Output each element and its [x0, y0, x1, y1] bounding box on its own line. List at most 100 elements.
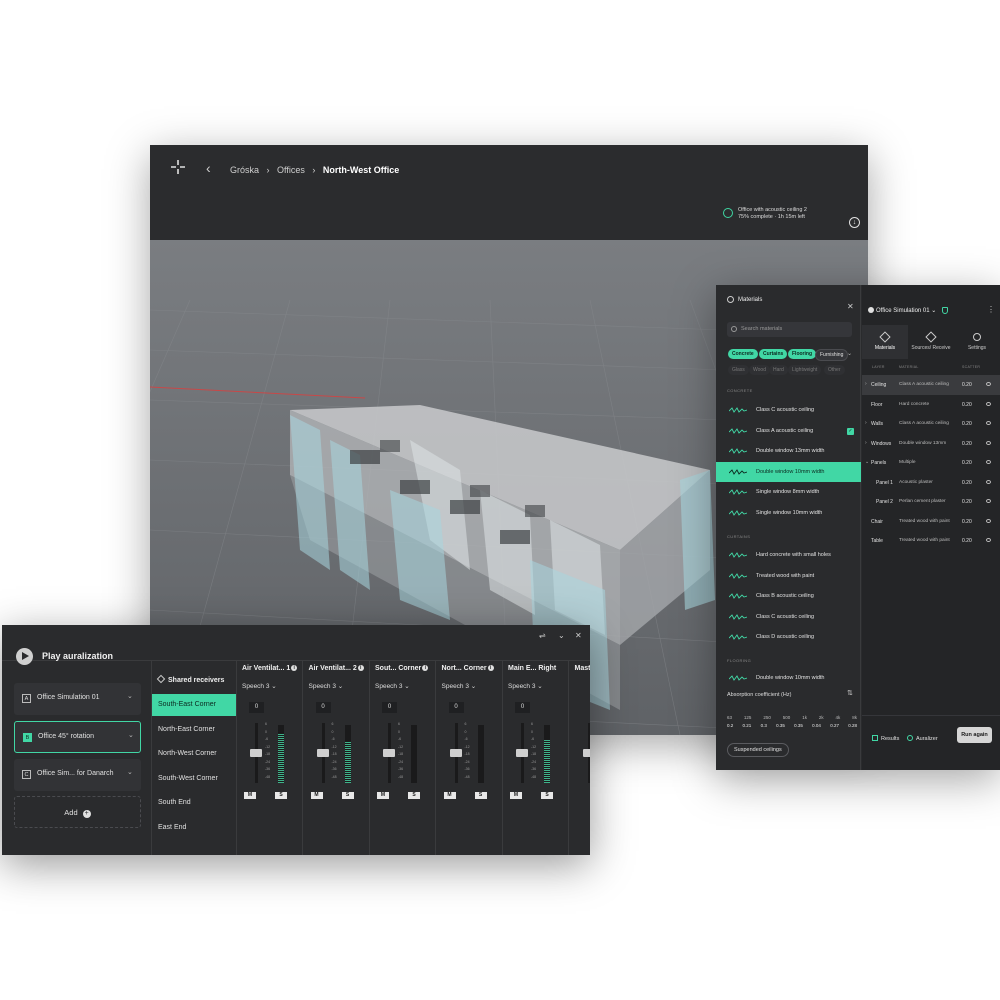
layer-material[interactable]: Treated wood with paint [899, 519, 950, 524]
layer-scatter[interactable]: 0.20 [962, 480, 972, 486]
mute-button[interactable]: M [510, 792, 522, 799]
close-icon[interactable]: ✕ [847, 302, 854, 311]
eye-icon[interactable] [986, 499, 991, 503]
layer-material[interactable]: Hard concrete [899, 402, 929, 407]
eye-icon[interactable] [986, 440, 991, 445]
receiver-item[interactable]: South-West Corner [152, 768, 236, 790]
layer-row[interactable]: Chair Treated wood with paint 0.20 [862, 512, 1000, 532]
info-icon[interactable]: i [291, 665, 298, 671]
eye-icon[interactable] [986, 382, 991, 386]
layer-row[interactable]: Panel 2 Perlan cement plaster 0.20 [862, 492, 1000, 512]
suspended-ceilings-button[interactable]: Suspended ceilings [727, 743, 789, 757]
results-button[interactable]: Results [872, 735, 899, 742]
layer-scatter[interactable]: 0.20 [962, 538, 972, 544]
app-logo-icon[interactable] [170, 159, 186, 175]
mute-button[interactable]: M [377, 792, 389, 799]
auralizer-button[interactable]: Auralizer [907, 735, 938, 742]
chevron-down-icon[interactable]: ⌄ [127, 768, 133, 776]
source-select[interactable]: Speech 3 ⌄ [375, 682, 410, 690]
layer-row[interactable]: › Walls Class A acoustic ceiling 0.20 [862, 414, 1000, 434]
back-chevron-icon[interactable]: ‹ [206, 160, 211, 176]
gain-value[interactable]: 0 [315, 702, 331, 713]
layer-material[interactable]: Class A acoustic ceiling [899, 421, 949, 426]
simulation-title[interactable]: Office Simulation 01 ⌄ [876, 307, 936, 314]
eye-icon[interactable] [986, 421, 991, 425]
solo-button[interactable]: S [474, 792, 487, 799]
material-item[interactable]: Hard concrete with small holes [716, 545, 861, 565]
close-icon[interactable]: ✕ [575, 631, 582, 640]
solo-button[interactable]: S [408, 792, 420, 799]
chevron-down-icon[interactable]: ⌄ [127, 692, 133, 700]
receiver-item[interactable]: North-West Corner [152, 743, 236, 765]
expand-caret-icon[interactable]: › [865, 420, 867, 426]
run-again-button[interactable]: Run again [957, 727, 992, 743]
layer-row[interactable]: › Ceiling Class A acoustic ceiling 0.20 [862, 375, 1000, 395]
expand-caret-icon[interactable]: › [865, 440, 867, 446]
more-vertical-icon[interactable]: ⋮ [987, 305, 995, 314]
fader-knob[interactable] [449, 749, 462, 757]
gain-value[interactable]: 0 [382, 702, 397, 713]
material-item[interactable]: Single window 8mm width [716, 482, 861, 502]
solo-button[interactable]: S [541, 792, 553, 799]
filter-chip-curtains[interactable]: Curtains [759, 349, 788, 359]
simulation-card[interactable]: B Office 45° rotation ⌄ [14, 721, 141, 753]
layer-scatter[interactable]: 0.20 [962, 402, 972, 408]
breadcrumb-item-groska[interactable]: Gróska [230, 165, 259, 175]
layer-row[interactable]: Floor Hard concrete 0.20 [862, 395, 1000, 415]
search-input[interactable]: Search materials [727, 322, 852, 337]
layer-material[interactable]: Perlan cement plaster [899, 499, 946, 504]
layer-scatter[interactable]: 0.20 [962, 460, 972, 466]
layer-scatter[interactable]: 0.20 [962, 499, 972, 505]
filter-chip-concrete[interactable]: Concrete [728, 349, 758, 359]
filter-chip-flooring[interactable]: Flooring [788, 349, 816, 359]
layer-material[interactable]: Acoustic plaster [899, 480, 933, 485]
eye-icon[interactable] [986, 538, 991, 542]
mute-button[interactable]: M [443, 792, 456, 799]
material-item[interactable]: Double window 10mm width [716, 461, 861, 482]
tab-sources-receivers[interactable]: Sources/ Receive [908, 325, 954, 359]
material-item[interactable]: Class C acoustic ceiling [716, 400, 861, 420]
receiver-item[interactable]: South-East Corner [152, 694, 236, 716]
source-select[interactable]: Speech 3 ⌄ [508, 682, 543, 690]
layer-material[interactable]: Multiple [899, 460, 916, 465]
layer-scatter[interactable]: 0.20 [962, 441, 972, 447]
material-item[interactable]: Class B acoustic ceiling [716, 586, 861, 606]
simulation-card[interactable]: A Office Simulation 01 ⌄ [14, 683, 141, 715]
fader-knob[interactable] [516, 749, 528, 757]
tab-materials[interactable]: Materials [862, 325, 908, 359]
info-icon[interactable]: i [487, 665, 494, 671]
material-item[interactable]: Treated wood with paint [716, 566, 861, 586]
layer-scatter[interactable]: 0.20 [962, 382, 972, 388]
eye-icon[interactable] [986, 460, 991, 464]
material-item[interactable]: Double window 13mm width [716, 441, 861, 461]
layer-row[interactable]: › Windows Double window 13mm 0.20 [862, 434, 1000, 454]
receiver-item[interactable]: East End [152, 817, 236, 839]
chart-toggle-icon[interactable]: ⇅ [847, 689, 853, 697]
receiver-item[interactable]: South End [152, 792, 236, 814]
solo-button[interactable]: S [275, 792, 287, 799]
gain-value[interactable]: 0 [515, 702, 530, 713]
material-item[interactable]: Single window 10mm width [716, 503, 861, 523]
add-simulation-button[interactable]: Add + [14, 796, 141, 828]
filter-chip-other[interactable]: Other [824, 365, 845, 375]
filter-chip-furnishing[interactable]: Furnishing [815, 349, 849, 361]
eye-icon[interactable] [986, 401, 991, 406]
material-item[interactable]: Class A acoustic ceiling ✓ [716, 421, 861, 441]
layer-row[interactable]: ⌄ Panels Multiple 0.20 [862, 453, 1000, 473]
layer-row[interactable]: Panel 1 Acoustic plaster 0.20 [862, 473, 1000, 493]
chevron-down-icon[interactable]: ⌄ [558, 631, 565, 640]
simulation-status[interactable]: Office with acoustic ceiling 2 75% compl… [738, 207, 807, 221]
settings-sliders-icon[interactable]: ⇌ [539, 631, 546, 640]
fader-knob[interactable] [383, 749, 395, 757]
filter-chip-glass[interactable]: Glass [728, 365, 749, 375]
solo-button[interactable]: S [341, 792, 354, 799]
info-icon[interactable]: i [357, 665, 364, 671]
filter-chip-lightweight[interactable]: Lightweight [788, 365, 822, 375]
mute-button[interactable]: M [310, 792, 323, 799]
fader-knob[interactable] [250, 749, 262, 757]
material-item[interactable]: Class D acoustic ceiling [716, 627, 861, 647]
layer-row[interactable]: Table Treated wood with paint 0.20 [862, 531, 1000, 551]
filter-chip-hard[interactable]: Hard [769, 365, 788, 375]
simulation-card[interactable]: C Office Sim... for Danarch ⌄ [14, 759, 141, 791]
layer-scatter[interactable]: 0.20 [962, 519, 972, 525]
